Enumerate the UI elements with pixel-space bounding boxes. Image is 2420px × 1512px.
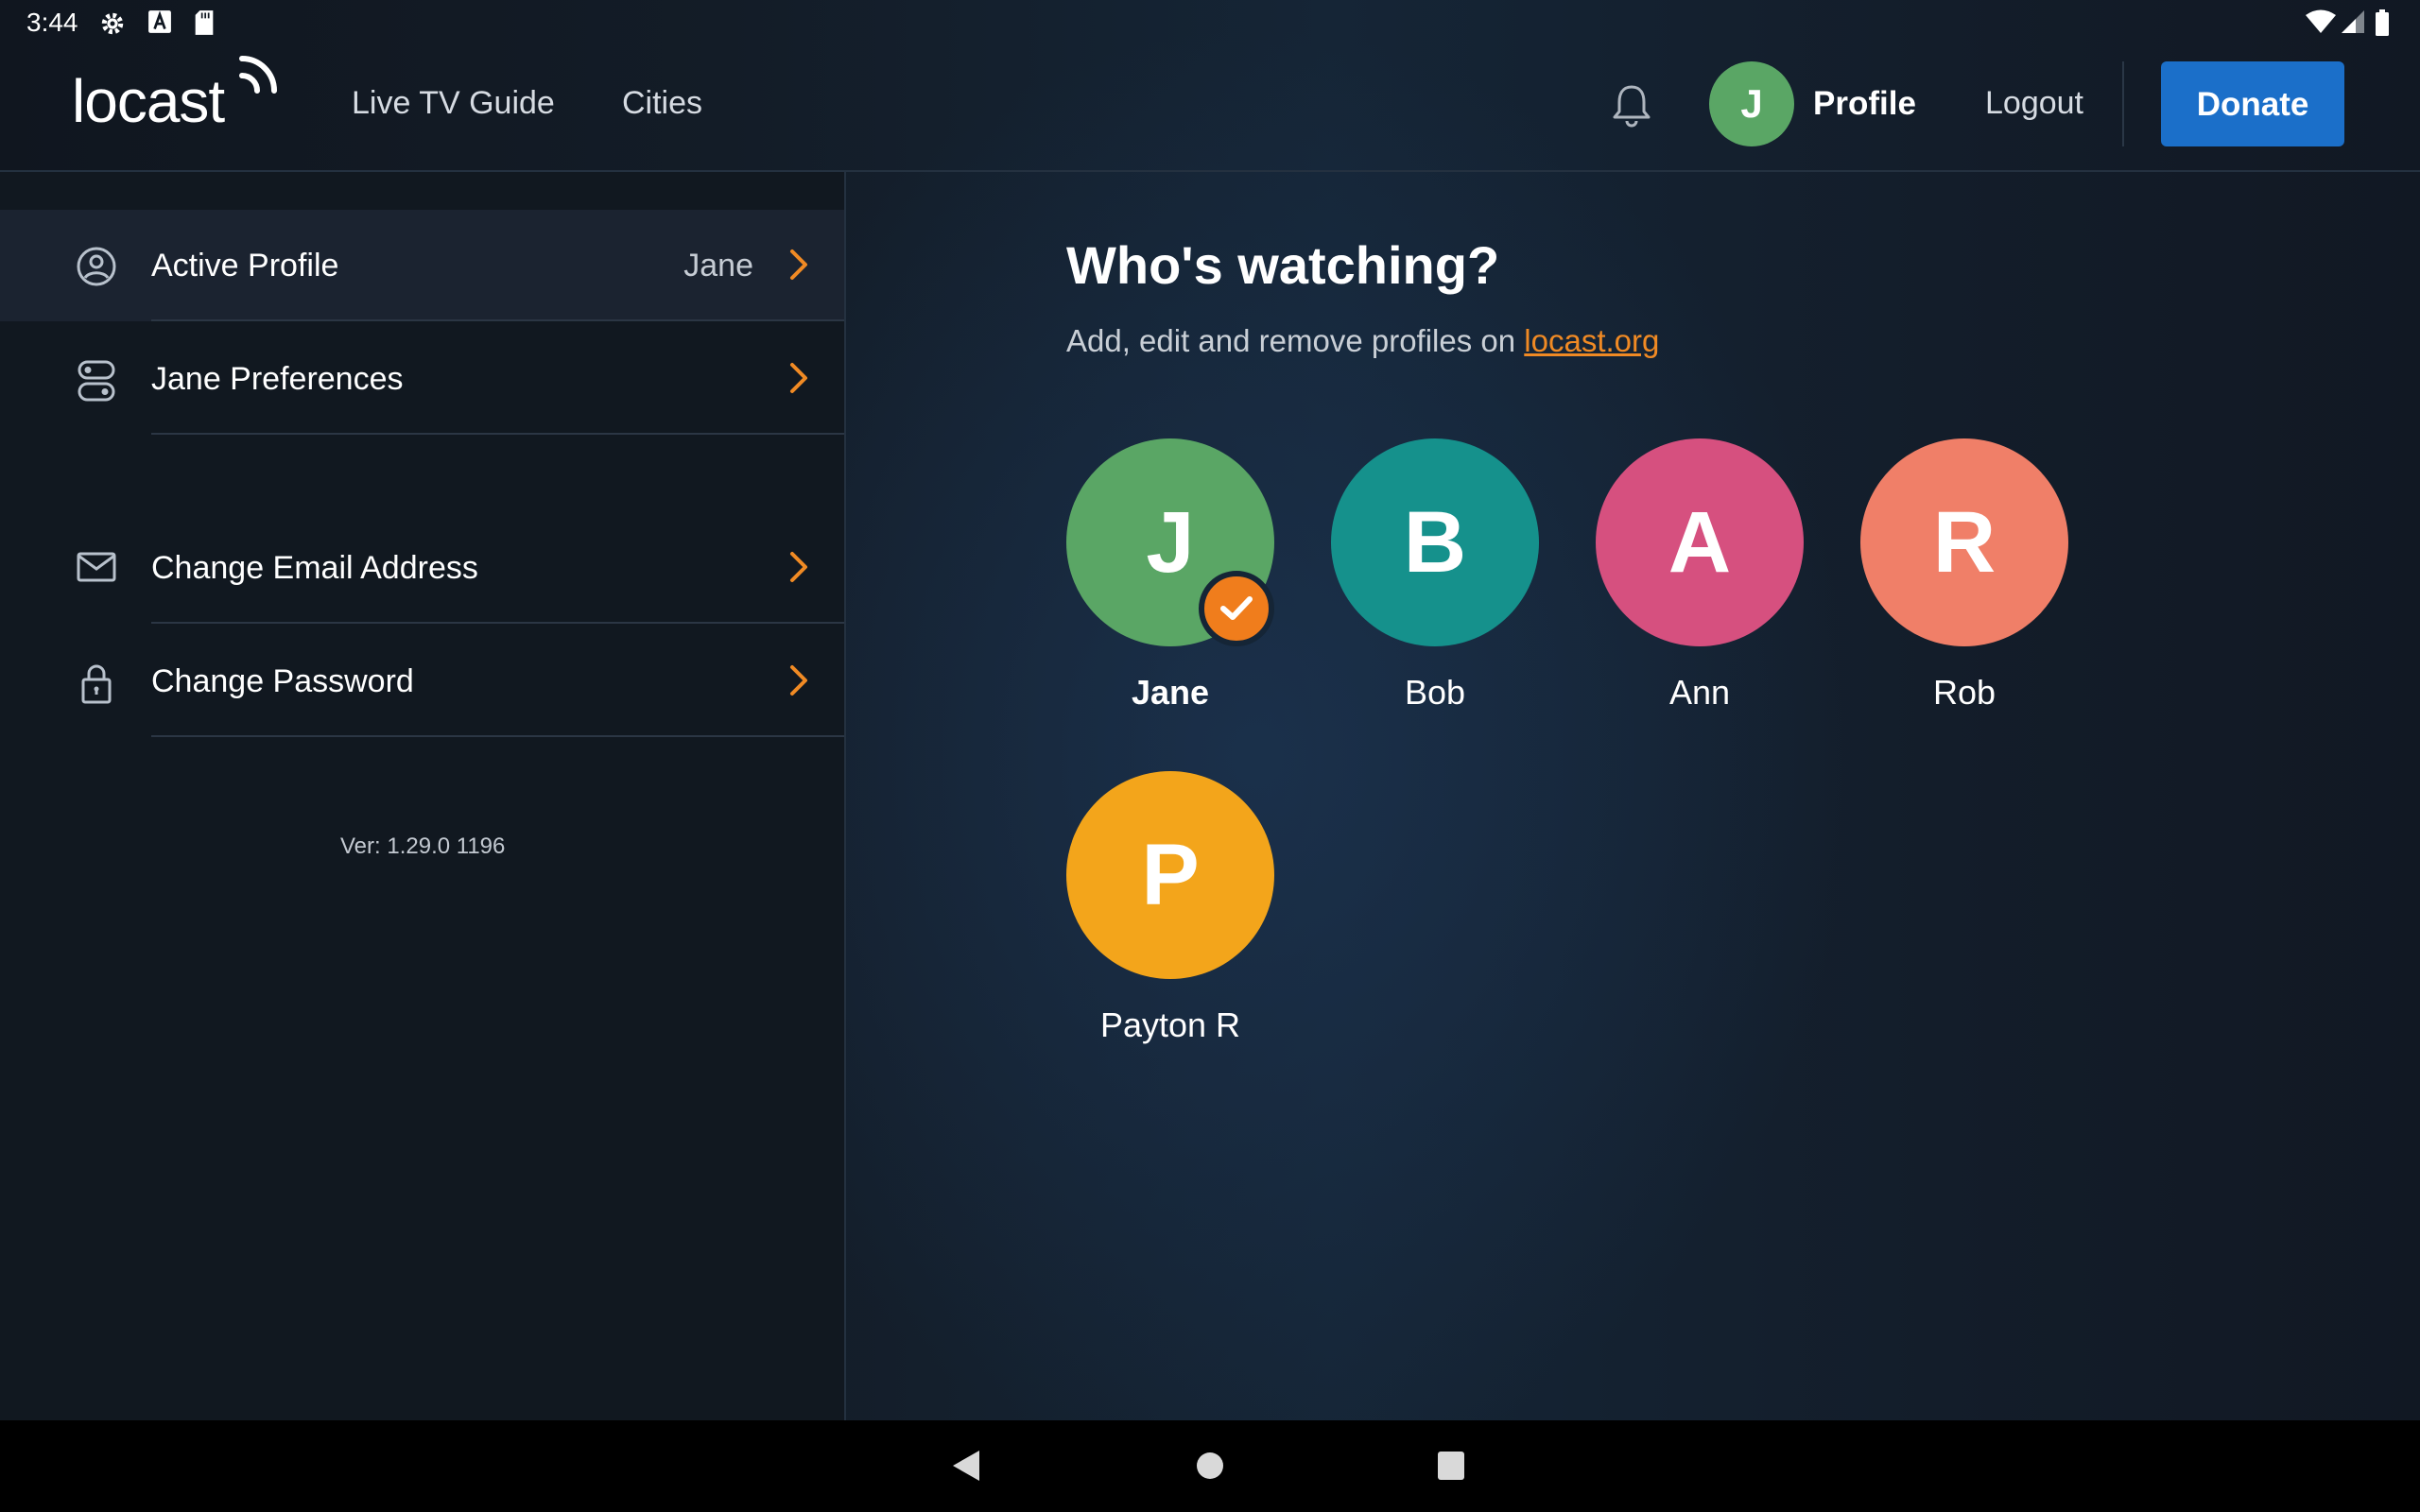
nav-live-tv-guide[interactable]: Live TV Guide (352, 85, 555, 122)
logout-link[interactable]: Logout (1985, 85, 2083, 122)
status-time: 3:44 (26, 8, 78, 37)
profile-initial: B (1403, 494, 1467, 591)
back-icon[interactable] (949, 1447, 983, 1485)
sidebar-item-label: Change Password (151, 663, 414, 699)
sidebar-item-label: Active Profile (151, 248, 339, 284)
profile-avatar: J (1066, 438, 1274, 646)
wifi-icon (2306, 9, 2336, 33)
recents-icon[interactable] (1435, 1447, 1467, 1485)
profile-bob[interactable]: B Bob (1303, 438, 1567, 713)
locast-org-link[interactable]: locast.org (1524, 323, 1659, 358)
divider (151, 622, 844, 624)
profile-name: Rob (1932, 673, 1996, 712)
toggles-icon (78, 360, 115, 402)
chevron-right-icon (790, 552, 807, 582)
app-header: locast Live TV Guide Cities J Profile Lo… (0, 45, 2420, 172)
profile-initial: A (1668, 494, 1732, 591)
chevron-right-icon (790, 665, 807, 696)
battery-icon (2376, 9, 2389, 36)
sidebar-item-change-email[interactable]: Change Email Address (0, 512, 844, 624)
active-profile-value: Jane (683, 248, 753, 284)
lock-icon (81, 664, 112, 704)
sidebar-item-active-profile[interactable]: Active Profile Jane (0, 210, 844, 321)
system-navigation-bar (0, 1420, 2420, 1512)
app-window: 3:44 locast Live TV Guide Cities J Profi… (0, 0, 2420, 1420)
divider (151, 735, 844, 737)
page-title: Who's watching? (1066, 235, 1500, 295)
profile-avatar: P (1066, 771, 1274, 979)
subtitle-text: Add, edit and remove profiles on (1066, 323, 1525, 358)
home-icon[interactable] (1195, 1447, 1225, 1485)
locast-logo[interactable]: locast (72, 66, 225, 136)
broadcast-waves-icon (239, 56, 277, 94)
page-subtitle: Add, edit and remove profiles on locast.… (1066, 323, 1659, 359)
header-divider (2122, 61, 2124, 146)
profile-name: Jane (1131, 673, 1210, 712)
signal-icon (2342, 10, 2364, 33)
bell-icon[interactable] (1609, 81, 1654, 129)
check-icon (1199, 571, 1274, 646)
version-label: Ver: 1.29.0 1196 (340, 833, 506, 859)
profile-initial: R (1932, 494, 1996, 591)
profile-payton-r[interactable]: P Payton R (1038, 771, 1303, 1045)
sidebar-item-preferences[interactable]: Jane Preferences (0, 323, 844, 435)
divider (151, 319, 844, 321)
divider (151, 433, 844, 435)
sidebar-item-label: Jane Preferences (151, 361, 404, 397)
profile-rob[interactable]: R Rob (1832, 438, 2097, 713)
header-avatar[interactable]: J (1709, 61, 1794, 146)
nav-cities[interactable]: Cities (622, 85, 702, 122)
font-app-icon (148, 10, 171, 33)
user-circle-icon (77, 247, 116, 286)
profile-jane[interactable]: J Jane (1038, 438, 1303, 713)
sidebar-item-change-password[interactable]: Change Password (0, 626, 844, 737)
donate-button[interactable]: Donate (2161, 61, 2344, 146)
profile-avatar: B (1331, 438, 1539, 646)
sidebar-item-label: Change Email Address (151, 550, 478, 586)
status-bar: 3:44 (0, 0, 2420, 45)
settings-icon (101, 12, 124, 35)
mail-icon (77, 552, 116, 582)
settings-sidebar: Active Profile Jane Jane Preferences Cha… (0, 172, 846, 1420)
profile-initial: J (1146, 494, 1195, 591)
profile-name: Payton R (1099, 1005, 1241, 1044)
profile-avatar: A (1596, 438, 1804, 646)
profile-name: Ann (1668, 673, 1731, 712)
sd-card-icon (195, 10, 214, 35)
profile-name: Bob (1404, 673, 1466, 712)
profile-link[interactable]: Profile (1813, 85, 1916, 123)
chevron-right-icon (790, 363, 807, 393)
profile-ann[interactable]: A Ann (1567, 438, 1832, 713)
profile-initial: P (1141, 827, 1200, 923)
chevron-right-icon (790, 249, 807, 280)
profile-avatar: R (1860, 438, 2068, 646)
